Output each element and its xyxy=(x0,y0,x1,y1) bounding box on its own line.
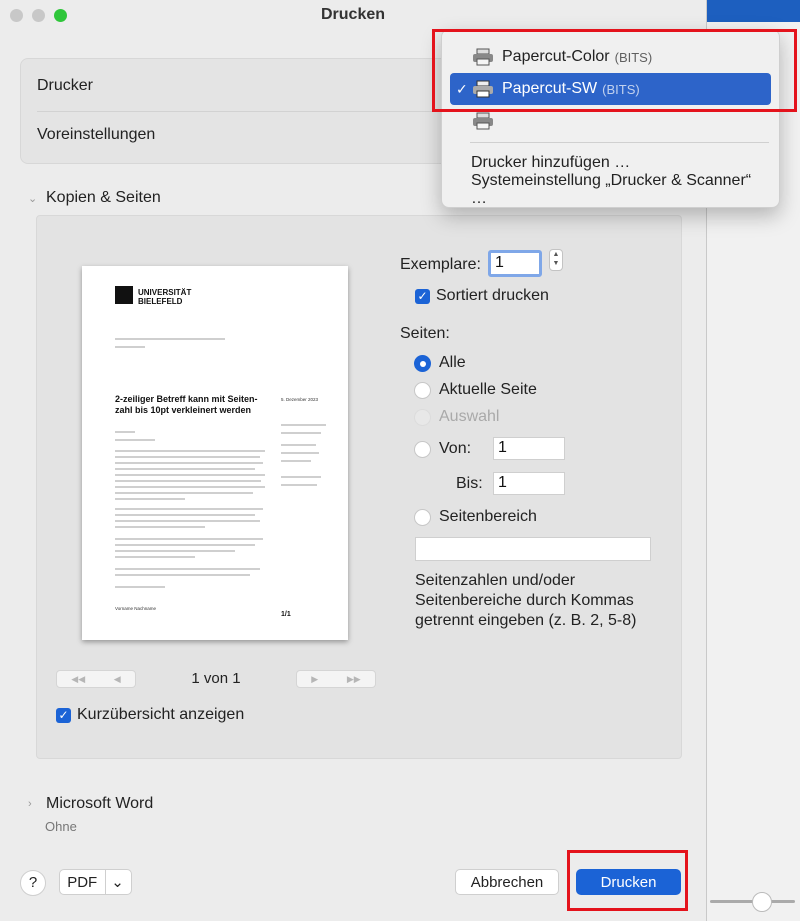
preview-text-line xyxy=(115,526,205,528)
thumbnails-label: Kurzübersicht anzeigen xyxy=(77,706,245,723)
presets-label[interactable]: Voreinstellungen xyxy=(37,126,155,144)
radio-all[interactable] xyxy=(414,354,431,372)
radio-selection-label: Auswahl xyxy=(439,408,500,425)
next-page-icon[interactable]: ▶ xyxy=(311,674,318,685)
preview-text-line xyxy=(115,586,165,588)
preview-page-number: 1/1 xyxy=(281,611,291,618)
university-logo-mark xyxy=(115,286,133,304)
chevron-down-icon: ⌄ xyxy=(28,192,38,205)
background-window-titlebar xyxy=(700,0,800,22)
preview-text-line xyxy=(115,450,265,452)
radio-from-row[interactable]: Von: xyxy=(414,440,471,458)
pdf-divider xyxy=(105,869,107,895)
radio-selection-row: Auswahl xyxy=(414,408,499,426)
collate-checkbox[interactable]: ✓ xyxy=(415,288,430,304)
pdf-label: PDF xyxy=(67,873,98,891)
thumbnails-checkbox-row[interactable]: ✓ Kurzübersicht anzeigen xyxy=(56,706,244,724)
preview-signature: Vorname Nachname xyxy=(115,606,157,611)
pdf-menu-button[interactable]: PDF ⌄ xyxy=(59,869,132,895)
preview-text-line xyxy=(115,462,263,464)
radio-current-row[interactable]: Aktuelle Seite xyxy=(414,381,537,399)
preview-text-line xyxy=(115,520,260,522)
preview-text-line xyxy=(281,484,317,486)
copies-input[interactable]: 1 xyxy=(488,250,542,277)
next-page-buttons[interactable]: ▶ ▶▶ xyxy=(296,670,376,688)
radio-current[interactable] xyxy=(414,381,431,399)
preview-text-line xyxy=(115,568,260,570)
preview-text-line xyxy=(115,456,260,458)
preview-heading: 2-zeiliger Betreff kann mit Seiten-zahl … xyxy=(115,394,258,415)
pages-label: Seiten: xyxy=(400,325,450,342)
radio-selection xyxy=(414,408,431,426)
page-counter: 1 von 1 xyxy=(191,670,241,687)
preview-text-line xyxy=(281,460,311,462)
menu-item-system-settings[interactable]: Systemeinstellung „Drucker & Scanner“ … xyxy=(450,172,771,207)
university-logo-text: UNIVERSITÄT BIELEFELD xyxy=(138,288,192,306)
to-label: Bis: xyxy=(456,475,483,492)
radio-from-label: Von: xyxy=(439,440,472,457)
preview-text-line xyxy=(115,346,145,348)
preview-text-line xyxy=(281,476,321,478)
collate-label: Sortiert drucken xyxy=(436,287,549,304)
copies-label: Exemplare: xyxy=(400,256,481,273)
first-page-icon[interactable]: ◀◀ xyxy=(71,674,85,685)
preview-text-line xyxy=(115,544,255,546)
printer-label[interactable]: Drucker xyxy=(37,77,93,95)
chevron-right-icon: › xyxy=(28,798,32,810)
radio-all-row[interactable]: Alle xyxy=(414,354,466,372)
preview-text-line xyxy=(115,468,255,470)
last-page-icon[interactable]: ▶▶ xyxy=(347,674,361,685)
preview-text-line xyxy=(115,498,185,500)
help-button[interactable]: ? xyxy=(20,870,46,896)
word-section-title: Microsoft Word xyxy=(46,795,154,812)
menu-divider xyxy=(470,142,769,143)
radio-from[interactable] xyxy=(414,440,431,458)
radio-current-label: Aktuelle Seite xyxy=(439,381,537,398)
preview-text-line xyxy=(281,432,321,434)
copies-stepper[interactable]: ▲ ▼ xyxy=(549,249,563,271)
radio-all-label: Alle xyxy=(439,354,466,371)
highlight-box xyxy=(567,850,688,911)
preview-text-line xyxy=(115,338,225,340)
printer-icon xyxy=(472,112,494,130)
preview-date: 5. Dezember 2023 xyxy=(281,397,319,402)
page-range-input[interactable] xyxy=(415,537,651,561)
preview-text-line xyxy=(281,444,316,446)
preview-text-line xyxy=(281,424,326,426)
preview-text-line xyxy=(115,439,155,441)
copies-section-title: Kopien & Seiten xyxy=(46,189,161,206)
titlebar: Drucken xyxy=(0,0,706,32)
preview-text-line xyxy=(115,550,235,552)
preview-text-line xyxy=(115,574,250,576)
preview-text-line xyxy=(115,492,253,494)
previous-page-icon[interactable]: ◀ xyxy=(114,674,121,685)
prev-page-buttons[interactable]: ◀◀ ◀ xyxy=(56,670,136,688)
preview-text-line xyxy=(115,480,261,482)
preview-text-line xyxy=(115,508,263,510)
preview-text-line xyxy=(115,538,263,540)
to-page-input[interactable]: 1 xyxy=(493,472,565,495)
page-preview: UNIVERSITÄT BIELEFELD 2-zeiliger Betreff … xyxy=(82,266,348,640)
collate-checkbox-row[interactable]: ✓ Sortiert drucken xyxy=(415,287,549,305)
radio-range-row[interactable]: Seitenbereich xyxy=(414,508,537,526)
radio-range-label: Seitenbereich xyxy=(439,508,537,525)
copies-section-header[interactable]: ⌄ Kopien & Seiten xyxy=(28,189,161,207)
page-range-hint: Seitenzahlen und/oder Seitenbereiche dur… xyxy=(415,572,637,629)
word-section-header[interactable]: › Microsoft Word xyxy=(28,795,153,813)
highlight-box xyxy=(432,29,797,112)
word-section-subtitle: Ohne xyxy=(45,819,77,834)
chevron-down-icon: ⌄ xyxy=(111,874,124,891)
preview-text-line xyxy=(115,431,135,433)
thumbnails-checkbox[interactable]: ✓ xyxy=(56,707,71,723)
preview-text-line xyxy=(115,556,195,558)
cancel-button[interactable]: Abbrechen xyxy=(455,869,559,895)
window-title: Drucken xyxy=(320,6,386,23)
background-slider-knob[interactable] xyxy=(752,892,772,912)
from-page-input[interactable]: 1 xyxy=(493,437,565,460)
preview-text-line xyxy=(281,452,319,454)
preview-text-line xyxy=(115,514,255,516)
preview-text-line xyxy=(115,486,265,488)
radio-range[interactable] xyxy=(414,508,431,526)
preview-text-line xyxy=(115,474,265,476)
